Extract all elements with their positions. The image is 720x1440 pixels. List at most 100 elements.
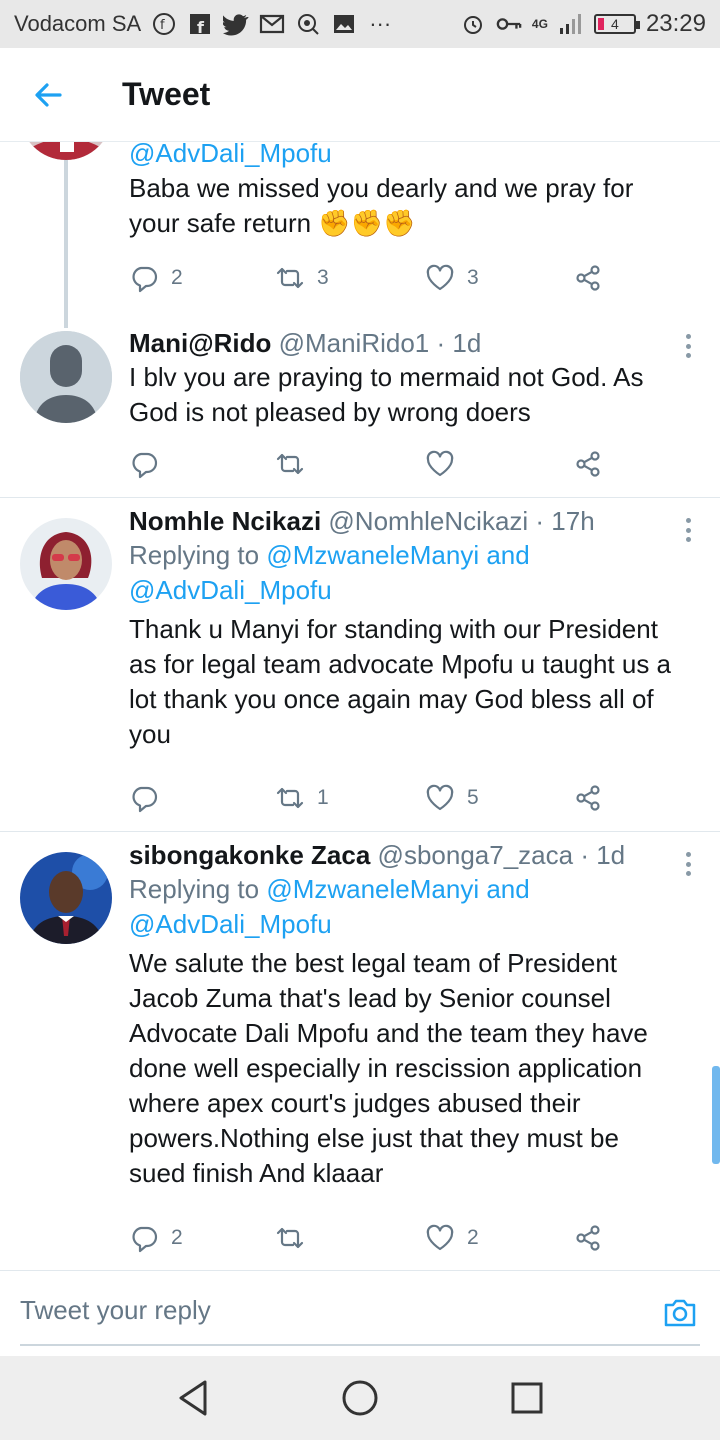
square-recents-icon <box>511 1382 543 1414</box>
retweet-icon <box>276 787 304 809</box>
retweet-button[interactable] <box>275 444 317 484</box>
timestamp: 1d <box>452 328 482 358</box>
svg-text:f: f <box>197 18 205 36</box>
scrollbar[interactable] <box>712 1066 720 1164</box>
reply-button[interactable]: 2 <box>129 258 183 298</box>
avatar[interactable] <box>20 331 112 423</box>
twitter-icon <box>223 11 249 37</box>
more-options-button[interactable] <box>684 518 692 542</box>
share-icon <box>576 785 600 811</box>
tweet-item[interactable]: Mani@Rido @ManiRido1 · 1d I blv you are … <box>0 318 720 498</box>
clock: 23:29 <box>645 10 706 37</box>
reply-feed[interactable]: @AdvDali_Mpofu Baba we missed you dearly… <box>0 142 720 1270</box>
avatar[interactable] <box>20 142 112 160</box>
circle-home-icon <box>342 1380 378 1416</box>
mention-link[interactable]: @AdvDali_Mpofu <box>129 142 332 168</box>
tweet-text: Baba we missed you dearly and we pray fo… <box>129 173 634 238</box>
reply-icon <box>132 1226 158 1253</box>
nav-home-button[interactable] <box>336 1374 384 1422</box>
mention-link[interactable]: @AdvDali_Mpofu <box>129 575 332 605</box>
reply-button[interactable] <box>129 444 171 484</box>
reply-button[interactable] <box>129 778 171 818</box>
retweet-icon <box>276 1227 304 1249</box>
heart-icon <box>426 264 454 291</box>
share-icon <box>576 451 600 477</box>
tweet-text: I blv you are praying to mermaid not God… <box>129 362 644 427</box>
handle[interactable]: @ManiRido1 <box>279 328 430 358</box>
share-button[interactable] <box>573 444 603 484</box>
signal-icon <box>558 11 584 37</box>
nav-back-button[interactable] <box>169 1374 217 1422</box>
like-count: 2 <box>467 1226 479 1249</box>
gmail-icon <box>259 11 285 37</box>
camera-icon <box>664 1299 696 1327</box>
svg-text:f: f <box>160 18 165 33</box>
more-options-button[interactable] <box>684 852 692 876</box>
like-button[interactable]: 3 <box>425 258 479 298</box>
tweet-header: Nomhle Ncikazi @NomhleNcikazi · 17h <box>129 506 595 536</box>
battery-level: 4 <box>611 16 619 32</box>
retweet-button[interactable]: 1 <box>275 778 329 818</box>
notification-icons: f f ··· <box>151 11 393 37</box>
timestamp: 1d <box>596 840 626 870</box>
retweet-icon <box>276 267 304 289</box>
input-underline <box>20 1344 700 1346</box>
carrier-label: Vodacom SA <box>14 11 142 36</box>
alarm-icon <box>460 11 486 37</box>
replying-to: Replying to @MzwaneleManyi and @AdvDali_… <box>129 874 530 939</box>
heart-icon <box>426 1224 454 1251</box>
network-type: 4G <box>531 17 548 31</box>
battery-icon: 4 <box>593 14 640 34</box>
tweet-header: Mani@Rido @ManiRido1 · 1d <box>129 328 482 358</box>
page-title: Tweet <box>122 76 211 112</box>
tweet-item[interactable]: @AdvDali_Mpofu Baba we missed you dearly… <box>0 142 720 328</box>
share-icon <box>576 265 600 291</box>
reply-count: 2 <box>171 1226 183 1249</box>
gallery-icon <box>331 11 357 37</box>
display-name[interactable]: Nomhle Ncikazi <box>129 506 321 536</box>
retweet-icon <box>276 453 304 475</box>
tweet-item[interactable]: sibongakonke Zaca @sbonga7_zaca · 1d Rep… <box>0 832 720 1268</box>
handle[interactable]: @sbonga7_zaca <box>378 840 574 870</box>
share-icon <box>576 1225 600 1251</box>
share-button[interactable] <box>573 778 603 818</box>
like-button[interactable] <box>425 444 467 484</box>
triangle-back-icon <box>179 1380 207 1416</box>
notification-app-icon <box>295 11 321 37</box>
app-header: Tweet <box>0 48 720 142</box>
reply-button[interactable]: 2 <box>129 1218 183 1258</box>
retweet-button[interactable] <box>275 1218 317 1258</box>
replying-to: Replying to @MzwaneleManyi and @AdvDali_… <box>129 540 530 605</box>
avatar[interactable] <box>20 852 112 944</box>
handle[interactable]: @NomhleNcikazi <box>328 506 528 536</box>
display-name[interactable]: sibongakonke Zaca <box>129 840 370 870</box>
facebook-icon: f <box>187 11 213 37</box>
like-count: 3 <box>467 266 479 289</box>
share-button[interactable] <box>573 258 603 298</box>
share-button[interactable] <box>573 1218 603 1258</box>
tweet-item[interactable]: Nomhle Ncikazi @NomhleNcikazi · 17h Repl… <box>0 498 720 832</box>
mention-link[interactable]: @MzwaneleManyi and <box>266 540 529 570</box>
reply-composer: Tweet your reply <box>0 1270 720 1356</box>
system-nav-bar <box>0 1356 720 1440</box>
display-name[interactable]: Mani@Rido <box>129 328 271 358</box>
more-vertical-icon <box>685 518 691 523</box>
vpn-key-icon <box>496 11 522 37</box>
like-button[interactable]: 5 <box>425 778 479 818</box>
mention-link[interactable]: @MzwaneleManyi and <box>266 874 529 904</box>
heart-icon <box>426 784 454 811</box>
back-button[interactable] <box>18 65 78 125</box>
tweet-text: Thank u Manyi for standing with our Pres… <box>129 614 672 749</box>
camera-button[interactable] <box>662 1295 698 1331</box>
avatar[interactable] <box>20 518 112 610</box>
retweet-count: 1 <box>317 786 329 809</box>
like-button[interactable]: 2 <box>425 1218 479 1258</box>
more-options-button[interactable] <box>684 334 692 358</box>
mention-link[interactable]: @AdvDali_Mpofu <box>129 909 332 939</box>
tweet-header: sibongakonke Zaca @sbonga7_zaca · 1d <box>129 840 626 870</box>
reply-input[interactable]: Tweet your reply <box>20 1295 211 1326</box>
thread-line <box>64 160 68 328</box>
retweet-button[interactable]: 3 <box>275 258 329 298</box>
retweet-count: 3 <box>317 266 329 289</box>
nav-recents-button[interactable] <box>503 1374 551 1422</box>
